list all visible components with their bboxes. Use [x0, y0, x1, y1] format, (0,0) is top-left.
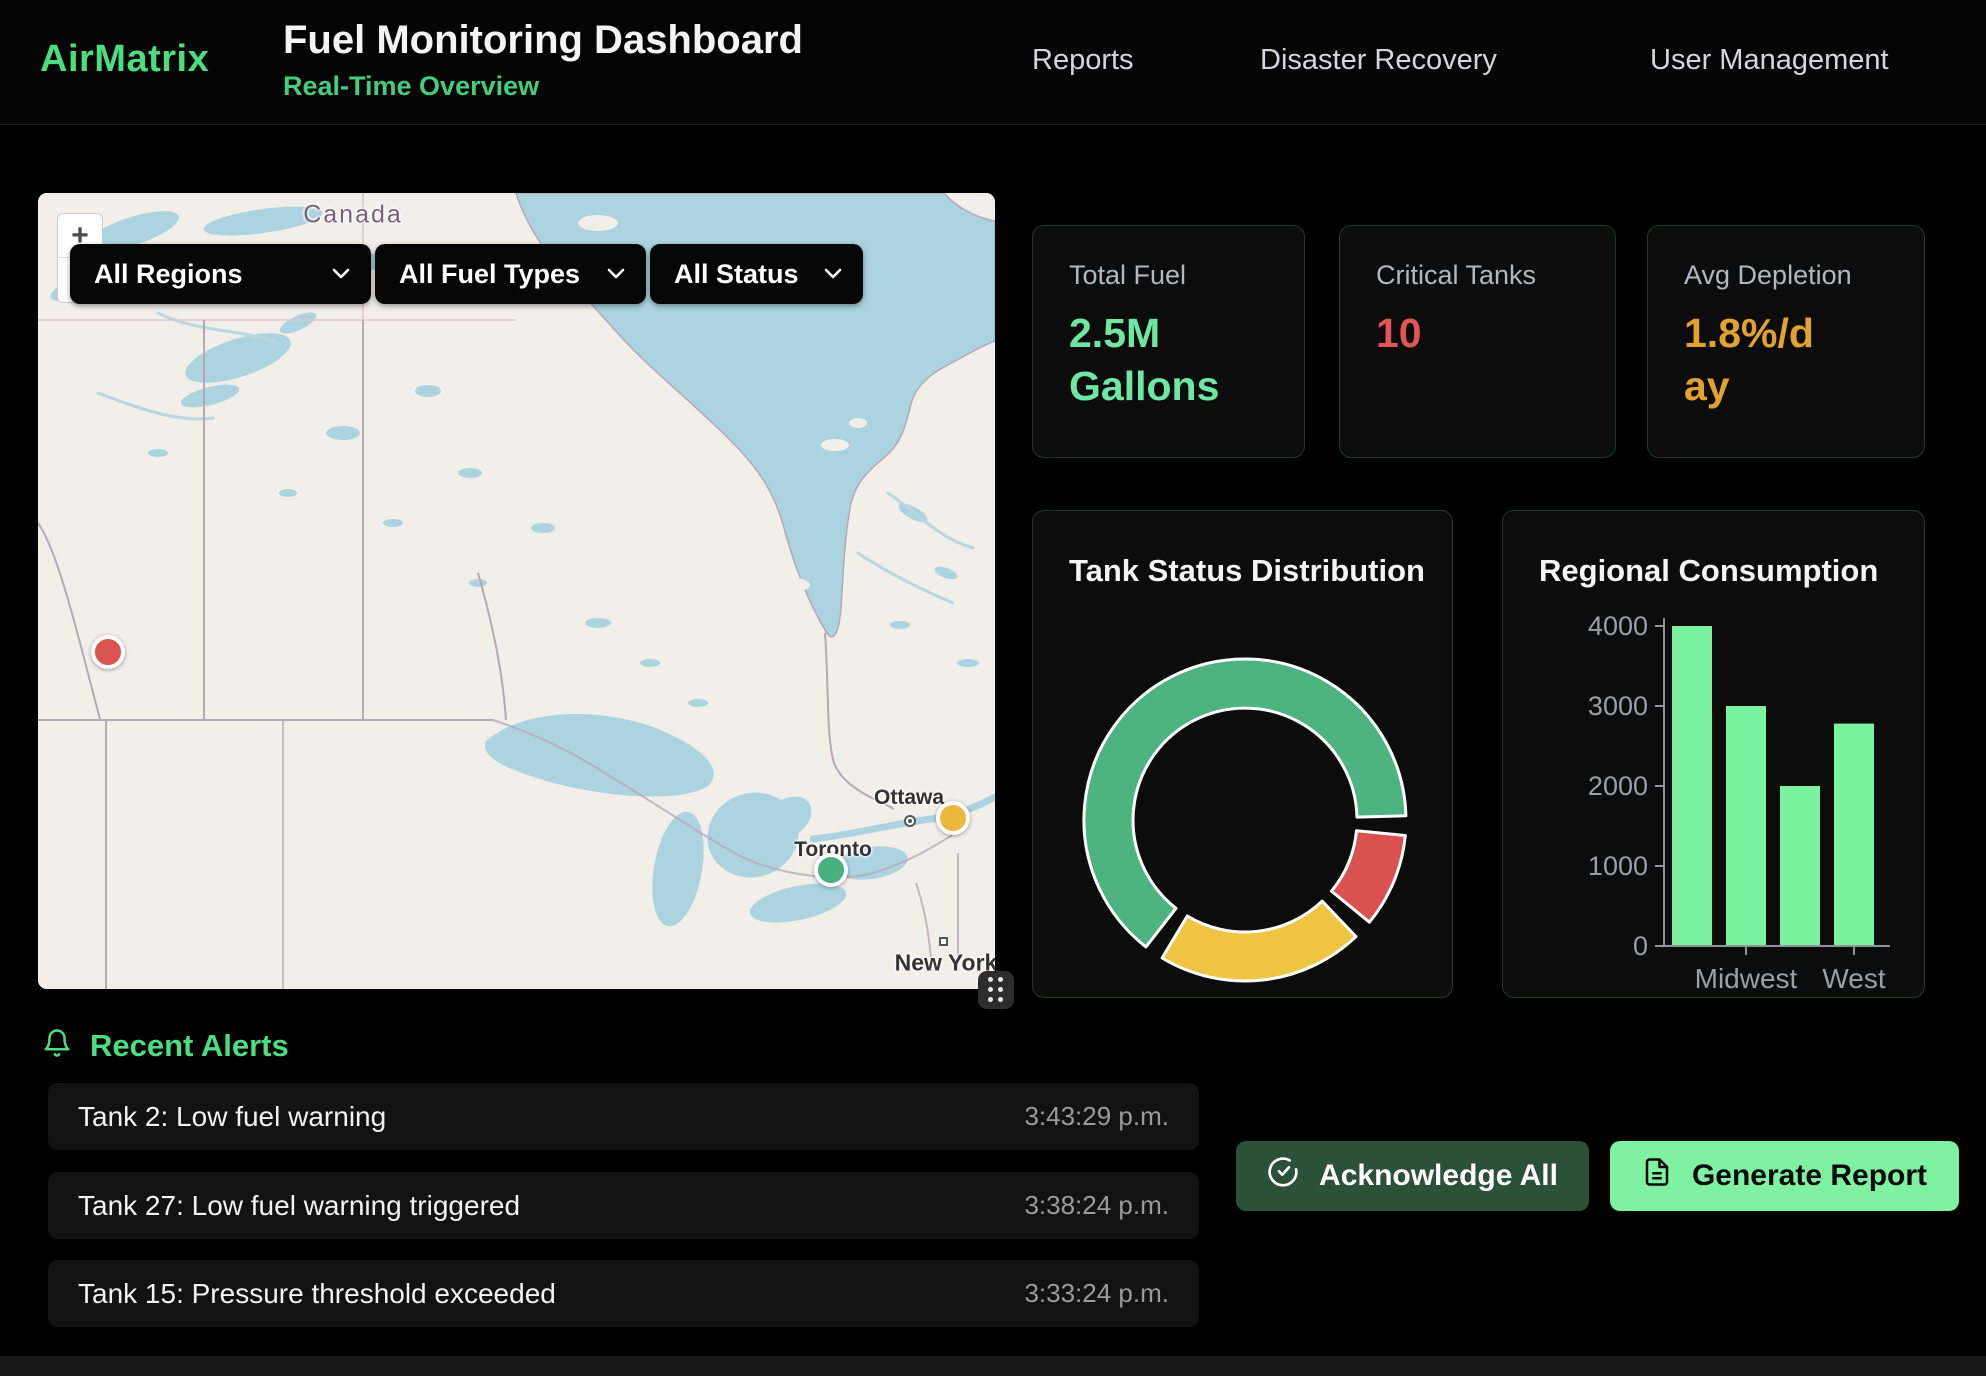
region-filter-select[interactable]: All Regions [70, 244, 371, 304]
donut-segment-warning [1162, 901, 1356, 981]
recent-alerts-header: Recent Alerts [42, 1026, 289, 1065]
check-circle-icon [1267, 1156, 1299, 1196]
tank-status-card: Tank Status Distribution [1032, 510, 1453, 998]
stat-value: 10 [1376, 307, 1579, 360]
map-filters: All Regions All Fuel Types All Status [70, 244, 863, 304]
acknowledge-all-button[interactable]: Acknowledge All [1236, 1141, 1589, 1211]
generate-report-label: Generate Report [1692, 1159, 1927, 1193]
alert-time: 3:33:24 p.m. [1024, 1278, 1169, 1309]
alert-time: 3:38:24 p.m. [1024, 1190, 1169, 1221]
stat-value: 1.8%/day [1684, 307, 1834, 414]
page-title: Fuel Monitoring Dashboard [283, 18, 803, 63]
regional-consumption-card: Regional Consumption 01000200030004000Mi… [1502, 510, 1925, 998]
bar-3 [1834, 724, 1874, 946]
bell-icon [42, 1026, 72, 1065]
footer-bar [0, 1356, 1986, 1376]
regional-consumption-bar-chart: 0 1000 2000 3000 4000 Midwest West [1503, 511, 1925, 998]
bar-0 [1672, 626, 1712, 946]
header: AirMatrix Fuel Monitoring Dashboard Real… [0, 0, 1986, 125]
file-text-icon [1642, 1156, 1672, 1196]
stat-label: Critical Tanks [1376, 260, 1579, 291]
acknowledge-all-label: Acknowledge All [1319, 1159, 1558, 1193]
brand-logo[interactable]: AirMatrix [40, 38, 209, 81]
y-tick-label: 1000 [1588, 851, 1648, 881]
bar-1 [1726, 706, 1766, 946]
y-tick-label: 3000 [1588, 691, 1648, 721]
map-marker-warning[interactable] [936, 801, 970, 835]
fuel-type-filter-value: All Fuel Types [399, 259, 580, 290]
alert-text: Tank 27: Low fuel warning triggered [78, 1190, 520, 1222]
region-filter-value: All Regions [94, 259, 243, 290]
status-filter-value: All Status [674, 259, 799, 290]
recent-alerts-title: Recent Alerts [90, 1028, 289, 1064]
stat-card-avg-depletion: Avg Depletion 1.8%/day [1647, 225, 1925, 458]
status-filter-select[interactable]: All Status [650, 244, 863, 304]
ottawa-town-icon [904, 815, 916, 827]
alert-text: Tank 2: Low fuel warning [78, 1101, 386, 1133]
tank-status-donut-chart [1033, 511, 1453, 998]
y-tick-label: 4000 [1588, 611, 1648, 641]
donut-segment-critical [1332, 831, 1406, 922]
stat-label: Avg Depletion [1684, 260, 1888, 291]
basemap [38, 193, 995, 989]
new-york-town-icon [939, 937, 948, 946]
fuel-map[interactable]: Canada Ottawa Toronto New York + − All R… [38, 193, 995, 989]
map-label-canada: Canada [303, 201, 403, 230]
map-marker-critical[interactable] [91, 635, 125, 669]
alert-text: Tank 15: Pressure threshold exceeded [78, 1278, 556, 1310]
stat-label: Total Fuel [1069, 260, 1268, 291]
alert-row[interactable]: Tank 15: Pressure threshold exceeded 3:3… [48, 1260, 1199, 1327]
stat-value: 2.5M Gallons [1069, 307, 1254, 414]
chevron-down-icon [606, 267, 626, 281]
map-resize-handle[interactable] [978, 971, 1014, 1009]
fuel-type-filter-select[interactable]: All Fuel Types [375, 244, 646, 304]
alert-row[interactable]: Tank 27: Low fuel warning triggered 3:38… [48, 1172, 1199, 1239]
map-label-ottawa: Ottawa [874, 786, 944, 810]
map-marker-normal[interactable] [814, 853, 848, 887]
chevron-down-icon [823, 267, 843, 281]
y-tick-label: 2000 [1588, 771, 1648, 801]
nav-reports[interactable]: Reports [1032, 44, 1134, 77]
x-tick-label: Midwest [1695, 963, 1798, 994]
x-tick-label: West [1822, 963, 1885, 994]
y-tick-label: 0 [1633, 931, 1648, 961]
nav-disaster-recovery[interactable]: Disaster Recovery [1260, 44, 1497, 77]
generate-report-button[interactable]: Generate Report [1610, 1141, 1959, 1211]
stat-card-critical-tanks: Critical Tanks 10 [1339, 225, 1616, 458]
alert-time: 3:43:29 p.m. [1024, 1101, 1169, 1132]
title-block: Fuel Monitoring Dashboard Real-Time Over… [283, 18, 803, 102]
chevron-down-icon [331, 267, 351, 281]
bar-2 [1780, 786, 1820, 946]
alert-row[interactable]: Tank 2: Low fuel warning 3:43:29 p.m. [48, 1083, 1199, 1150]
stat-card-total-fuel: Total Fuel 2.5M Gallons [1032, 225, 1305, 458]
page-subtitle: Real-Time Overview [283, 71, 803, 102]
nav-user-management[interactable]: User Management [1650, 44, 1889, 77]
